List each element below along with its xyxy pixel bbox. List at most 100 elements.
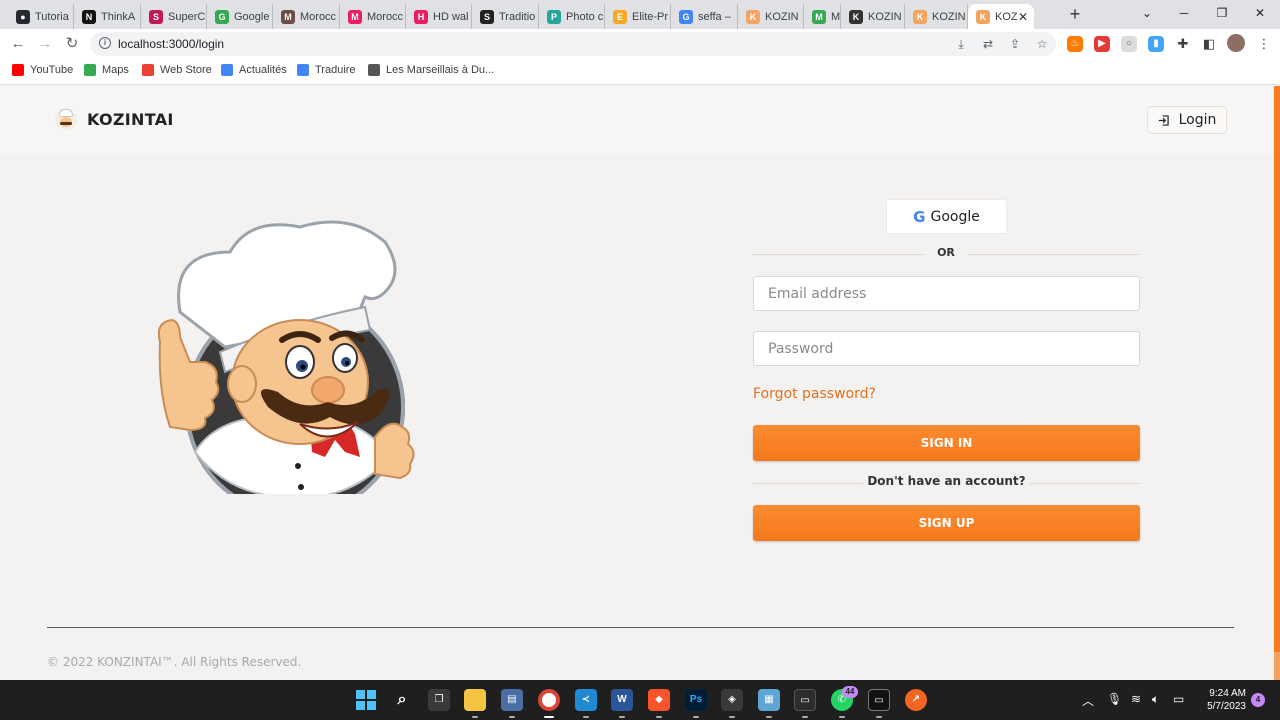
vscode-icon[interactable]: ≺ [575, 689, 597, 711]
browser-tab[interactable]: K KOZIN [738, 4, 804, 29]
chrome-icon[interactable] [538, 689, 560, 711]
tab-search-icon[interactable]: ⌄ [1137, 3, 1157, 23]
chef-illustration [157, 220, 415, 494]
postman-icon[interactable]: ↗ [905, 689, 927, 711]
bookmark-star-icon[interactable]: ☆ [1034, 36, 1050, 52]
app-diamond-icon[interactable]: ◈ [721, 689, 743, 711]
divider-left [753, 254, 925, 255]
browser-tab[interactable]: Gseffa – [671, 4, 738, 29]
photos-icon[interactable]: ▤ [501, 689, 523, 711]
email-field[interactable] [753, 276, 1140, 311]
site-info-icon[interactable]: i [99, 37, 111, 49]
browser-tab[interactable]: M Me [804, 4, 841, 29]
extension-video-icon[interactable]: ▶ [1094, 36, 1110, 52]
browser-toolbar: ← → ↻ i localhost:3000/login ⤓ ⇄ ⇪ ☆ ♨ ▶… [0, 29, 1280, 59]
forward-icon[interactable]: → [35, 34, 55, 54]
volume-icon[interactable]: 🔈︎ [1152, 692, 1159, 707]
microphone-icon[interactable]: 🎙︎ [1107, 692, 1122, 706]
tab-close-icon[interactable]: ✕ [1018, 10, 1028, 24]
tab-favicon-icon: M [281, 9, 295, 24]
browser-tab[interactable]: ● Tutoria [8, 4, 74, 29]
brand[interactable]: KOZINTAI [55, 108, 174, 130]
share-icon[interactable]: ⇪ [1007, 36, 1023, 52]
profile-avatar[interactable] [1227, 34, 1245, 52]
password-field[interactable] [753, 331, 1140, 366]
bookmark-favicon-icon [221, 64, 233, 76]
bookmark-item[interactable]: YouTube [12, 64, 73, 76]
no-account-text: Don't have an account? [867, 474, 1026, 488]
cmd-icon[interactable]: ▭ [868, 689, 890, 711]
install-icon[interactable]: ⤓ [953, 36, 969, 52]
app-window-icon[interactable]: ▦ [758, 689, 780, 711]
battery-icon[interactable]: ▭ [1173, 692, 1184, 706]
photoshop-icon[interactable]: Ps [685, 689, 707, 711]
tray-chevron-icon[interactable]: ︿ [1082, 692, 1094, 709]
address-bar[interactable]: i localhost:3000/login ⤓ ⇄ ⇪ ☆ [90, 32, 1056, 56]
brave-icon[interactable]: ◆ [648, 689, 670, 711]
browser-tab[interactable]: K KOZIN [905, 4, 968, 29]
login-button-label: Login [1178, 112, 1217, 128]
browser-tab[interactable]: E Elite-Pr [605, 4, 671, 29]
bookmark-item[interactable]: Les Marseillais à Du... [368, 64, 494, 76]
terminal-icon[interactable]: ▭ [794, 689, 816, 711]
translate-icon[interactable]: ⇄ [980, 36, 996, 52]
tab-favicon-icon: H [414, 9, 428, 24]
browser-tab[interactable]: P Photo c [539, 4, 605, 29]
sign-in-button[interactable]: SIGN IN [753, 425, 1140, 461]
word-icon[interactable]: W [611, 689, 633, 711]
minimize-icon[interactable]: ─ [1174, 3, 1194, 23]
bookmark-item[interactable]: Web Store [142, 64, 212, 76]
extension-bottle-icon[interactable]: ▮ [1148, 36, 1164, 52]
forgot-password-link[interactable]: Forgot password? [753, 386, 876, 402]
browser-tab[interactable]: S SuperC [141, 4, 207, 29]
browser-tab[interactable]: M Morocc [273, 4, 340, 29]
chef-logo-icon [55, 108, 77, 130]
whatsapp-badge: 44 [842, 686, 858, 698]
extension-circle-icon[interactable]: ○ [1121, 36, 1137, 52]
bookmarks-bar: YouTube Maps Web Store Actualités Traduire Le… [0, 59, 1280, 85]
tab-label: Tutoria [35, 10, 69, 23]
extensions-puzzle-icon[interactable]: ✚ [1175, 36, 1191, 52]
browser-tab[interactable]: S Traditio [472, 4, 539, 29]
search-icon[interactable]: ⌕ [391, 689, 413, 711]
tab-label: Elite-Pr [632, 10, 669, 23]
browser-tab[interactable]: N ThinkA [74, 4, 141, 29]
close-window-icon[interactable]: ✕ [1250, 3, 1270, 23]
windows-start-icon[interactable] [356, 690, 376, 710]
notification-badge[interactable]: 4 [1251, 693, 1265, 707]
file-explorer-icon[interactable] [464, 689, 486, 711]
browser-tab[interactable]: G Google [207, 4, 273, 29]
reload-icon[interactable]: ↻ [62, 34, 82, 54]
menu-kebab-icon[interactable]: ⋮ [1256, 36, 1272, 52]
tab-favicon-icon: K [746, 9, 760, 24]
browser-tab[interactable]: K KOZ ✕ [968, 4, 1034, 29]
tab-label: HD wal [433, 10, 469, 23]
side-panel-icon[interactable]: ◧ [1201, 36, 1217, 52]
login-page: KOZINTAI Login G Google OR Email address… [0, 86, 1274, 680]
new-tab-button[interactable]: + [1066, 4, 1084, 24]
login-button[interactable]: Login [1147, 106, 1227, 134]
wifi-icon[interactable]: ≋ [1131, 692, 1141, 706]
google-signin-button[interactable]: G Google [886, 199, 1007, 234]
tab-label: SuperC [168, 10, 206, 23]
sign-up-button[interactable]: SIGN UP [753, 505, 1140, 541]
browser-tab[interactable]: H HD wal [406, 4, 472, 29]
bookmark-item[interactable]: Traduire [297, 64, 356, 76]
tab-favicon-icon: ● [16, 9, 30, 24]
clock-time: 9:24 AM [1209, 688, 1246, 699]
page-scrollbar[interactable] [1274, 86, 1280, 680]
taskbar-clock[interactable]: 9:24 AM 5/7/2023 [1198, 687, 1246, 713]
url-text[interactable]: localhost:3000/login [118, 37, 224, 51]
windows-taskbar: ⌕ ❐ ▤ ≺ W ◆ Ps ◈ ▦ ▭ ✆ 44 ▭ ↗ ︿ 🎙︎ ≋ 🔈︎ … [0, 680, 1280, 720]
extension-fire-icon[interactable]: ♨ [1067, 36, 1083, 52]
bookmark-item[interactable]: Maps [84, 64, 129, 76]
browser-tab[interactable]: K KOZIN [841, 4, 905, 29]
scrollbar-thumb[interactable] [1274, 86, 1280, 652]
task-view-icon[interactable]: ❐ [428, 689, 450, 711]
maximize-icon[interactable]: ❐ [1212, 3, 1232, 23]
browser-tab[interactable]: M Morocc [340, 4, 406, 29]
bookmark-label: YouTube [30, 64, 74, 76]
bookmark-label: Maps [102, 64, 129, 76]
bookmark-item[interactable]: Actualités [221, 64, 287, 76]
back-icon[interactable]: ← [8, 34, 28, 54]
